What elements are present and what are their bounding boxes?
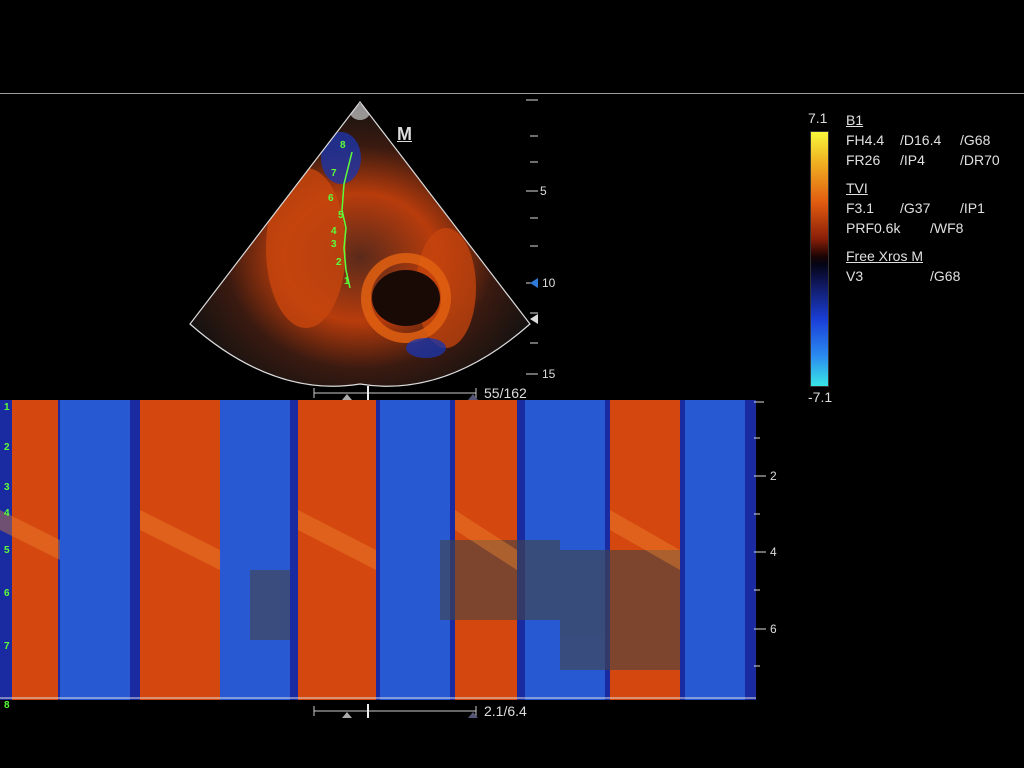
colorbar-max: 7.1 <box>808 110 828 126</box>
cine-frame-counter: 55/162 <box>484 385 527 401</box>
mmode-depth-ruler: 2 4 6 <box>752 398 792 698</box>
mmode-depth-label: 4 <box>770 545 777 559</box>
param-value: FR26 <box>846 152 881 168</box>
depth-label: 10 <box>542 276 556 290</box>
param-value: /G37 <box>900 200 931 216</box>
xros-header: Free Xros M <box>846 248 924 264</box>
mmode-track-label: 2 <box>4 442 10 453</box>
track-number: 1 <box>344 276 350 287</box>
focus-marker-icon <box>530 278 538 288</box>
mmode-depth-label: 6 <box>770 622 777 636</box>
mmode-track-label: 3 <box>4 482 10 493</box>
mmode-track-label: 5 <box>4 545 10 556</box>
track-number: 5 <box>338 210 344 221</box>
mmode-depth-label: 2 <box>770 469 777 483</box>
mmode-track-label: 1 <box>4 402 10 413</box>
depth-label: 5 <box>540 184 547 198</box>
param-value: /D16.4 <box>900 132 942 148</box>
tvi-header: TVI <box>846 180 868 196</box>
param-row: F3.1 /G37 /IP1 <box>846 198 1024 218</box>
param-row: FR26 /IP4 /DR70 <box>846 150 1024 170</box>
param-value: PRF0.6k <box>846 220 901 236</box>
param-value: /IP1 <box>960 200 985 216</box>
param-value: /WF8 <box>930 220 964 236</box>
param-value: FH4.4 <box>846 132 885 148</box>
mmode-track-label: 4 <box>4 508 10 519</box>
velocity-colorbar <box>810 131 829 387</box>
parameters-panel: B1 FH4.4 /D16.4 /G68 FR26 /IP4 /DR70 TVI… <box>846 110 1024 286</box>
param-value: V3 <box>846 268 864 284</box>
param-row: FH4.4 /D16.4 /G68 <box>846 130 1024 150</box>
param-row: V3 /G68 <box>846 266 1024 286</box>
colorbar-min: -7.1 <box>808 389 833 405</box>
top-divider <box>0 93 1024 94</box>
param-value: /G68 <box>930 268 961 284</box>
track-number: 3 <box>331 239 337 250</box>
mmode-strip <box>0 400 756 700</box>
track-number: 4 <box>331 226 337 237</box>
sweep-speed-readout: 2.1/6.4 <box>484 703 527 719</box>
param-value: F3.1 <box>846 200 875 216</box>
sector-depth-ruler: 5 10 15 <box>522 98 562 388</box>
track-number: 6 <box>328 193 334 204</box>
cine-slider-bottom[interactable] <box>312 704 480 720</box>
param-row: PRF0.6k /WF8 <box>846 218 1024 238</box>
b1-header: B1 <box>846 112 864 128</box>
mmode-track-label: 8 <box>4 700 10 711</box>
track-number: 7 <box>331 168 337 179</box>
sector-image: 1 2 3 4 5 6 7 8 <box>189 101 531 387</box>
mmode-track-label: 7 <box>4 641 10 652</box>
mmode-marker-label: M <box>397 124 412 144</box>
mmode-track-label: 6 <box>4 588 10 599</box>
depth-label: 15 <box>542 367 556 381</box>
param-value: /IP4 <box>900 152 925 168</box>
param-value: /DR70 <box>960 152 1000 168</box>
param-value: /G68 <box>960 132 991 148</box>
track-number: 2 <box>336 257 342 268</box>
depth-pointer-icon <box>530 314 538 324</box>
track-number: 8 <box>340 140 346 151</box>
